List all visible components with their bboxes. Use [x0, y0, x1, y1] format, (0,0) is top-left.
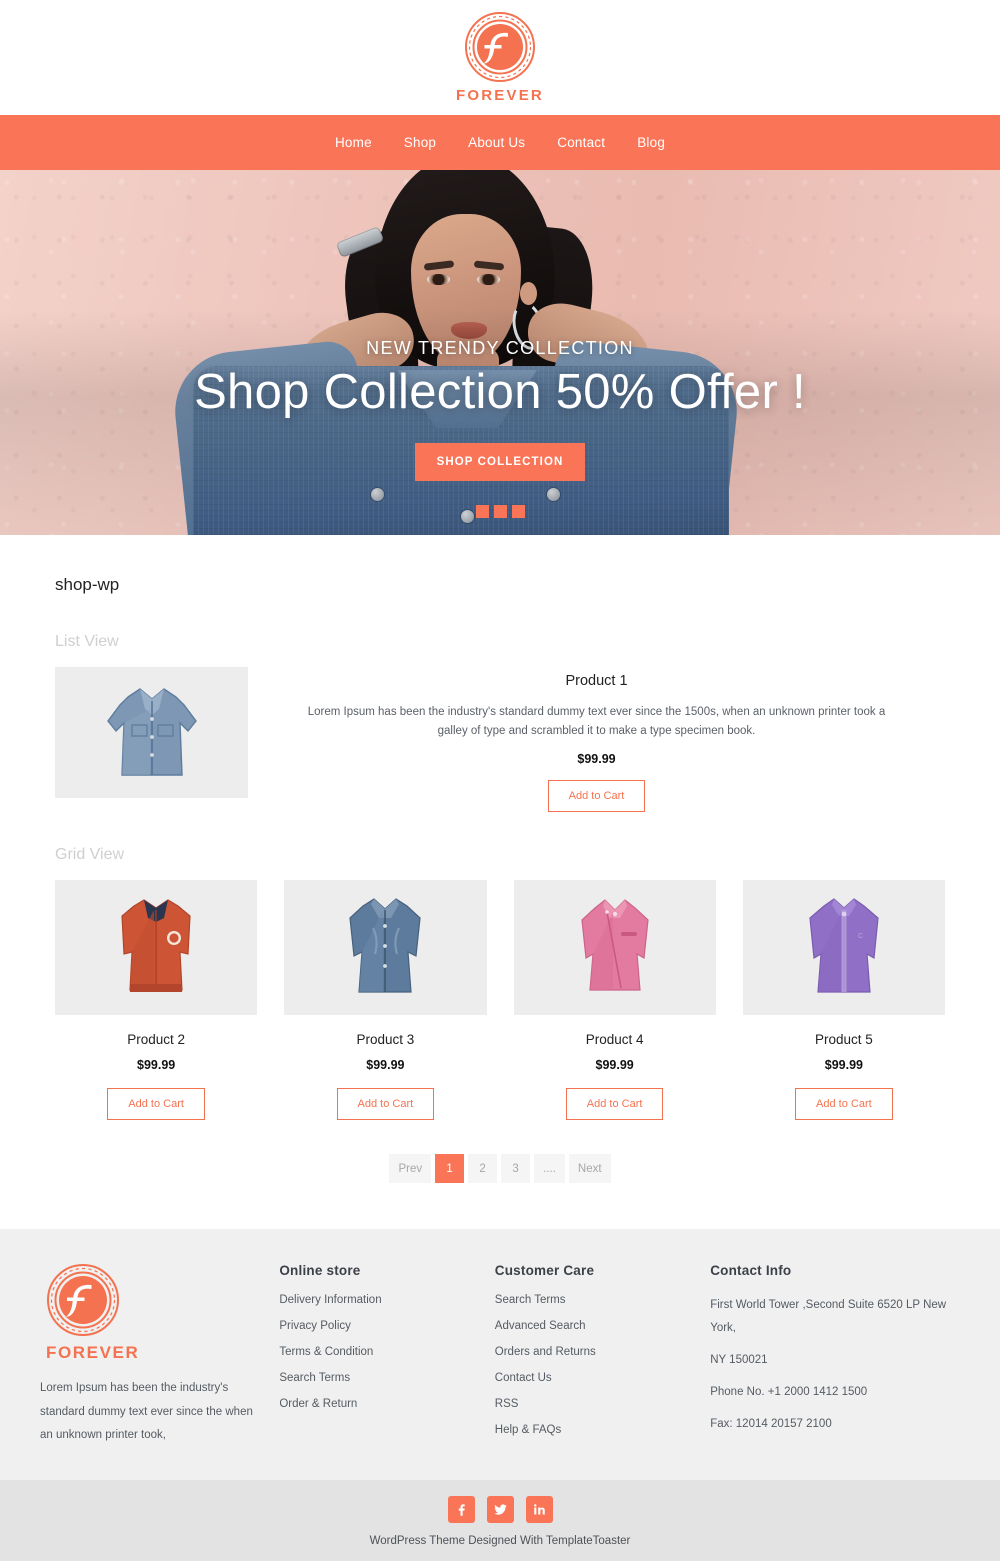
pagination-ellipsis[interactable]: .... — [534, 1154, 565, 1184]
grid-item: Product 3 $99.99 Add to Cart — [284, 880, 487, 1121]
nav-item-home[interactable]: Home — [319, 135, 388, 150]
page-root: FOREVER Home Shop About Us Contact Blog — [0, 0, 1000, 1561]
nav-item-contact[interactable]: Contact — [541, 135, 621, 150]
footer-column-contact-info: Contact Info First World Tower ,Second S… — [710, 1263, 960, 1450]
footer-about-text: Lorem Ipsum has been the industry's stan… — [40, 1382, 253, 1442]
footer-columns: FOREVER Lorem Ipsum has been the industr… — [40, 1263, 960, 1450]
social-links — [0, 1496, 1000, 1524]
list-view-label: List View — [55, 633, 119, 650]
nav-list: Home Shop About Us Contact Blog — [319, 135, 681, 150]
hero-dot-1[interactable] — [475, 505, 489, 518]
footer-link-order-return[interactable]: Order & Return — [279, 1398, 494, 1410]
footer-link-privacy-policy[interactable]: Privacy Policy — [279, 1320, 494, 1332]
product-image-orange-bomber-jacket[interactable] — [55, 880, 258, 1016]
product-image-pink-moto-jacket[interactable] — [513, 880, 716, 1016]
footer-bottom-bar: WordPress Theme Designed With TemplateTo… — [0, 1480, 1000, 1561]
product-price: $99.99 — [824, 1058, 863, 1073]
hero-slider: NEW TRENDY COLLECTION Shop Collection 50… — [0, 170, 1000, 535]
grid-item: Product 4 $99.99 Add to Cart — [513, 880, 716, 1121]
add-to-cart-button[interactable]: Add to Cart — [795, 1088, 893, 1121]
contact-fax: Fax: 12014 20157 2100 — [710, 1418, 832, 1431]
footer-link-rss[interactable]: RSS — [495, 1398, 710, 1410]
pagination: Prev 1 2 3 .... Next — [55, 1154, 945, 1184]
hero-content: NEW TRENDY COLLECTION Shop Collection 50… — [0, 338, 1000, 481]
hero-dot-2[interactable] — [493, 505, 507, 518]
product-description: Lorem Ipsum has been the industry's stan… — [307, 706, 886, 737]
add-to-cart-button[interactable]: Add to Cart — [107, 1088, 205, 1121]
forever-monogram-icon — [464, 11, 536, 83]
copyright-text: WordPress Theme Designed With TemplateTo… — [369, 1535, 631, 1548]
product-price: $99.99 — [577, 752, 616, 767]
product-name: Product 3 — [356, 1032, 415, 1048]
product-price: $99.99 — [137, 1058, 176, 1073]
product-name: Product 1 — [565, 673, 628, 689]
footer-link-orders-and-returns[interactable]: Orders and Returns — [495, 1346, 710, 1358]
pagination-page-1[interactable]: 1 — [435, 1154, 465, 1184]
add-to-cart-button[interactable]: Add to Cart — [336, 1088, 435, 1121]
linkedin-icon[interactable] — [525, 1496, 553, 1524]
footer-link-delivery-information[interactable]: Delivery Information — [279, 1294, 494, 1306]
footer-link-help-faqs[interactable]: Help & FAQs — [495, 1424, 710, 1436]
hero-title: Shop Collection 50% Offer ! — [194, 365, 806, 419]
grid-item: C Product 5 $99.99 Add to Cart — [742, 880, 945, 1121]
shop-collection-button[interactable]: SHOP COLLECTION — [414, 442, 586, 481]
add-to-cart-button[interactable]: Add to Cart — [565, 1088, 664, 1121]
facebook-icon[interactable] — [447, 1496, 475, 1524]
footer-column-heading: Online store — [279, 1263, 361, 1279]
product-name: Product 4 — [585, 1032, 644, 1048]
footer-forever-monogram-icon — [46, 1263, 120, 1337]
logo-wordmark: FOREVER — [456, 87, 544, 104]
product-name: Product 5 — [814, 1032, 873, 1048]
product-image-blue-denim-jacket[interactable] — [284, 880, 487, 1016]
pagination-prev[interactable]: Prev — [389, 1154, 432, 1184]
list-item-info: Product 1 Lorem Ipsum has been the indus… — [248, 667, 945, 813]
contact-address-line-1: First World Tower ,Second Suite 6520 LP … — [710, 1299, 947, 1335]
twitter-icon[interactable] — [486, 1496, 514, 1524]
pagination-page-2[interactable]: 2 — [468, 1154, 498, 1184]
product-name: Product 2 — [127, 1032, 186, 1048]
nav-item-blog[interactable]: Blog — [621, 135, 681, 150]
footer-column-online-store: Online store Delivery Information Privac… — [279, 1263, 494, 1450]
product-image-purple-fleece-jacket[interactable]: C — [742, 880, 945, 1016]
product-price: $99.99 — [595, 1058, 634, 1073]
footer-link-search-terms[interactable]: Search Terms — [279, 1372, 494, 1384]
footer-link-terms-condition[interactable]: Terms & Condition — [279, 1346, 494, 1358]
main-navigation: Home Shop About Us Contact Blog — [0, 115, 1000, 170]
nav-item-shop[interactable]: Shop — [388, 135, 452, 150]
footer-link-advanced-search[interactable]: Advanced Search — [495, 1320, 710, 1332]
hero-eyebrow: NEW TRENDY COLLECTION — [366, 338, 634, 358]
pagination-next[interactable]: Next — [568, 1154, 611, 1184]
footer-column-heading: Contact Info — [710, 1263, 792, 1279]
footer-link-contact-us[interactable]: Contact Us — [495, 1372, 710, 1384]
add-to-cart-button[interactable]: Add to Cart — [547, 780, 646, 813]
product-price: $99.99 — [366, 1058, 405, 1073]
footer-brand-column: FOREVER Lorem Ipsum has been the industr… — [40, 1263, 279, 1450]
footer-link-search-terms[interactable]: Search Terms — [495, 1294, 710, 1306]
list-item: Product 1 Lorem Ipsum has been the indus… — [55, 667, 945, 813]
svg-text:C: C — [858, 933, 863, 940]
footer-column-customer-care: Customer Care Search Terms Advanced Sear… — [495, 1263, 710, 1450]
product-grid: Product 2 $99.99 Add to Cart Product 3 $… — [55, 880, 945, 1121]
shop-main: shop-wp List View Product 1 Lorem Ipsum … — [0, 535, 1000, 1184]
hero-dot-3[interactable] — [511, 505, 525, 518]
site-header: FOREVER — [0, 0, 1000, 115]
site-logo[interactable]: FOREVER — [456, 11, 544, 104]
nav-item-about-us[interactable]: About Us — [452, 135, 541, 150]
footer-logo-wordmark: FOREVER — [46, 1343, 140, 1363]
site-footer: FOREVER Lorem Ipsum has been the industr… — [0, 1229, 1000, 1481]
product-image-denim-jacket-flat-lay[interactable] — [55, 667, 248, 798]
grid-item: Product 2 $99.99 Add to Cart — [55, 880, 258, 1121]
hero-slider-dots — [0, 505, 1000, 518]
grid-view-label: Grid View — [55, 846, 125, 864]
footer-column-heading: Customer Care — [494, 1263, 595, 1279]
pagination-page-3[interactable]: 3 — [501, 1154, 531, 1184]
contact-phone: Phone No. +1 2000 1412 1500 — [710, 1386, 868, 1399]
contact-address-line-2: NY 150021 — [710, 1354, 768, 1367]
page-title: shop-wp — [55, 575, 120, 594]
